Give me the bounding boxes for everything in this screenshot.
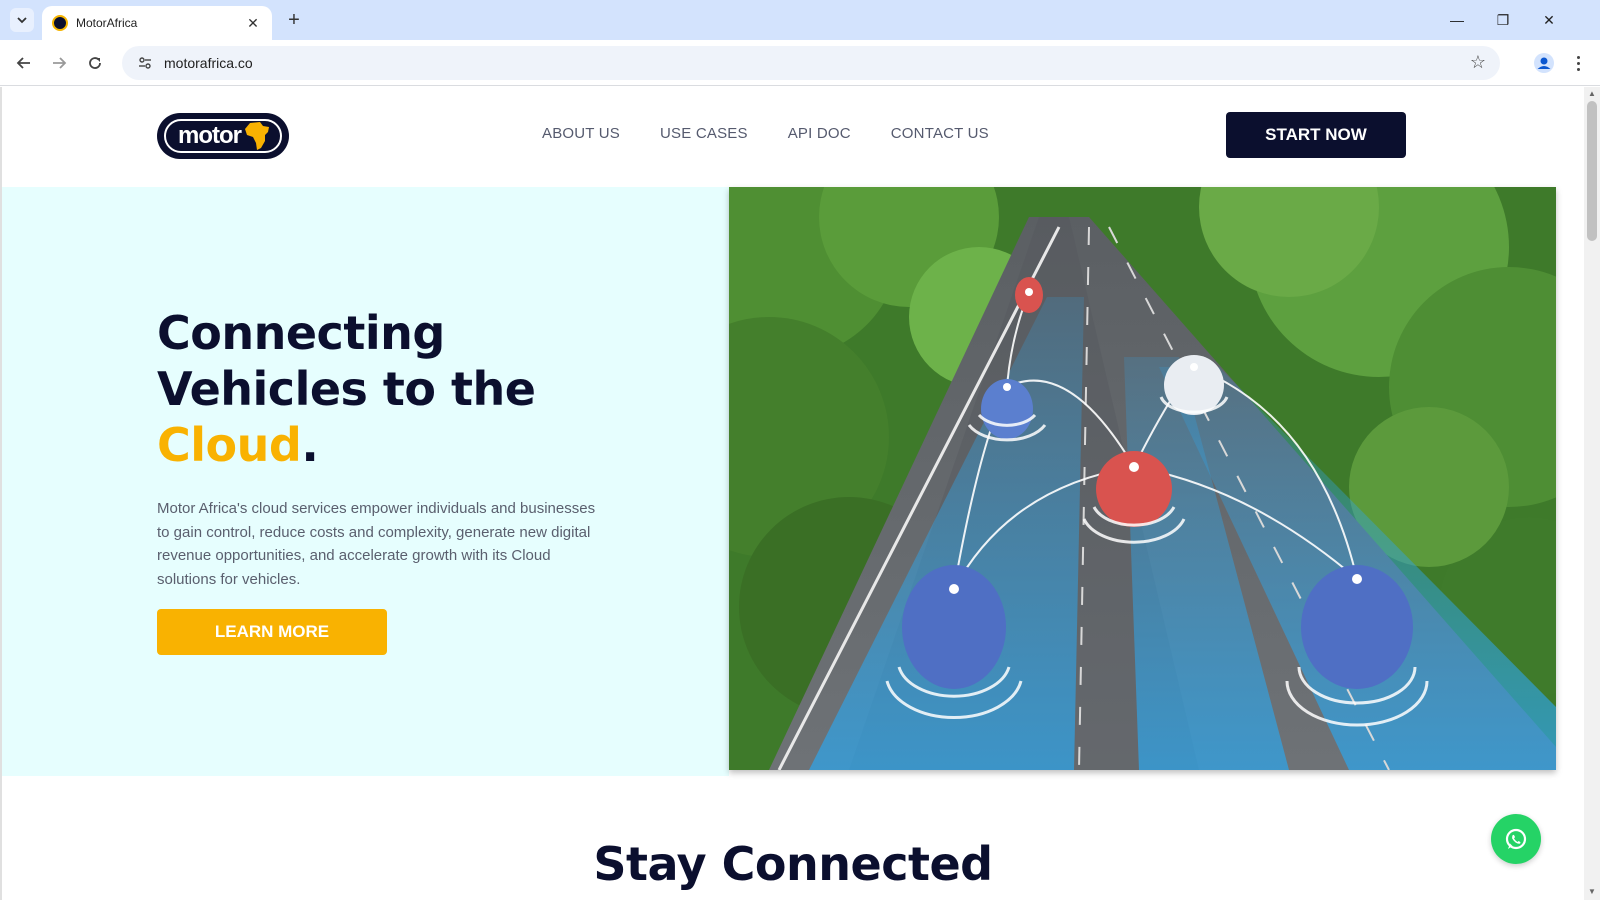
reload-icon[interactable] xyxy=(80,48,110,78)
nav-contact-us[interactable]: CONTACT US xyxy=(891,125,989,142)
hero-title-end: . xyxy=(301,418,319,472)
page-scrollbar[interactable]: ▲ ▼ xyxy=(1584,87,1600,900)
site-header: motor ABOUT US USE CASES API DOC CONTACT… xyxy=(2,87,1584,187)
tab-title: MotorAfrica xyxy=(76,16,138,30)
hero-title-accent: Cloud xyxy=(157,418,302,472)
bookmark-star-icon[interactable]: ☆ xyxy=(1470,52,1486,73)
forward-arrow-icon[interactable] xyxy=(44,48,74,78)
whatsapp-icon[interactable] xyxy=(1491,814,1541,864)
site-info-icon[interactable] xyxy=(134,52,156,74)
main-nav: ABOUT US USE CASES API DOC CONTACT US xyxy=(542,125,989,142)
africa-map-icon xyxy=(245,122,269,150)
back-arrow-icon[interactable] xyxy=(9,48,39,78)
new-tab-button[interactable]: + xyxy=(280,8,308,32)
restore-button[interactable]: ❐ xyxy=(1480,0,1526,40)
scroll-down-icon[interactable]: ▼ xyxy=(1588,887,1596,896)
page-viewport: motor ABOUT US USE CASES API DOC CONTACT… xyxy=(0,87,1584,900)
minimize-button[interactable]: — xyxy=(1434,0,1480,40)
hero-title-line1: Connecting xyxy=(157,306,445,360)
address-bar[interactable]: motorafrica.co ☆ xyxy=(122,46,1500,80)
nav-use-cases[interactable]: USE CASES xyxy=(660,125,748,142)
logo-text: motor xyxy=(178,122,242,149)
browser-toolbar: motorafrica.co ☆ xyxy=(0,40,1600,86)
scroll-up-icon[interactable]: ▲ xyxy=(1588,89,1596,98)
motor-africa-logo[interactable]: motor xyxy=(157,113,289,159)
browser-tab-bar: MotorAfrica ✕ + — ❐ ✕ xyxy=(0,0,1600,40)
hero-title: Connecting Vehicles to the Cloud. xyxy=(157,305,677,473)
hero-title-line2: Vehicles to the xyxy=(157,362,536,416)
nav-api-doc[interactable]: API DOC xyxy=(788,125,851,142)
menu-icon[interactable] xyxy=(1568,50,1588,76)
close-window-button[interactable]: ✕ xyxy=(1526,0,1572,40)
learn-more-button[interactable]: LEARN MORE xyxy=(157,609,387,655)
browser-tab[interactable]: MotorAfrica ✕ xyxy=(42,6,272,40)
url-text: motorafrica.co xyxy=(164,55,253,71)
connected-cars-image xyxy=(729,187,1556,770)
hero-section: Connecting Vehicles to the Cloud. Motor … xyxy=(2,187,729,776)
tab-close-icon[interactable]: ✕ xyxy=(244,14,262,32)
nav-about-us[interactable]: ABOUT US xyxy=(542,125,620,142)
scroll-thumb[interactable] xyxy=(1587,101,1597,241)
hero-description: Motor Africa's cloud services empower in… xyxy=(157,500,596,588)
favicon-icon xyxy=(52,15,68,31)
profile-icon[interactable] xyxy=(1530,49,1558,77)
section-title: Stay Connected xyxy=(593,837,993,891)
start-now-button[interactable]: START NOW xyxy=(1226,112,1406,158)
tab-search-icon[interactable] xyxy=(10,8,34,32)
